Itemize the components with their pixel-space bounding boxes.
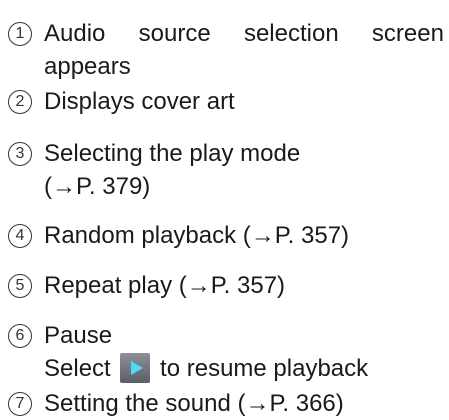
item-number: 4 (8, 224, 32, 248)
item-number: 7 (8, 392, 32, 416)
item-line: Displays cover art (44, 88, 235, 115)
item-number: 1 (8, 22, 32, 46)
word: Audio (44, 20, 106, 47)
item-text: Repeat play (→P. 357) (44, 269, 448, 302)
numbered-list: 1 Audio source selection screen appears … (0, 0, 449, 417)
item-line: Select to resume playback (44, 352, 448, 387)
item-text: Selecting the play mode (→P. 379) (44, 137, 448, 203)
item-number: 2 (8, 90, 32, 114)
item-line: Audio source selection screen (44, 17, 444, 50)
item-number: 3 (8, 142, 32, 166)
item-line: (→P. 379) (44, 173, 151, 200)
item-line: Selecting the play mode (44, 140, 301, 167)
resume-text: to resume playback (160, 355, 369, 382)
item-number: 5 (8, 274, 32, 298)
select-word: Select (44, 355, 111, 382)
item-line: Random playback (→P. 357) (44, 222, 350, 249)
word: selection (243, 20, 339, 47)
item-line: Repeat play (→P. 357) (44, 272, 286, 299)
play-icon (120, 352, 151, 383)
item-text: Displays cover art (44, 85, 448, 118)
word: source (138, 20, 211, 47)
item-line: Setting the sound (→P. 366) (44, 390, 344, 417)
item-text: Pause Select to resume playback (44, 319, 448, 387)
item-number: 6 (8, 324, 32, 348)
item-text: Setting the sound (→P. 366) (44, 387, 448, 420)
item-line: appears (44, 53, 131, 80)
word: screen (371, 20, 444, 47)
item-line: Pause (44, 322, 113, 349)
item-text: Audio source selection screen appears (44, 17, 448, 83)
item-text: Random playback (→P. 357) (44, 219, 448, 252)
